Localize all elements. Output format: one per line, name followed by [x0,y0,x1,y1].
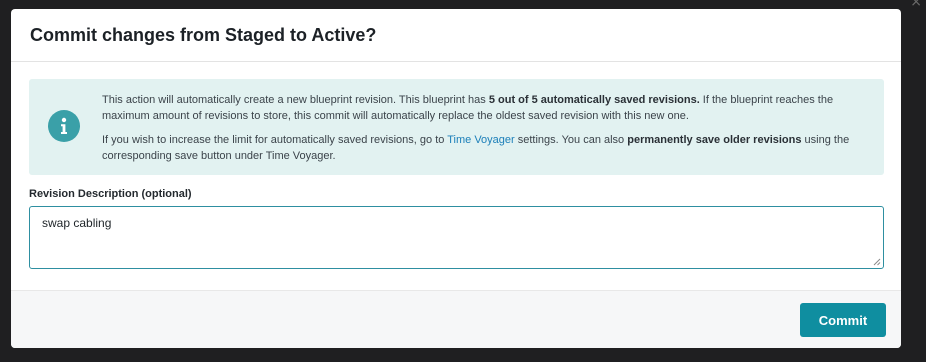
info-text: settings. You can also [514,134,628,146]
revision-limit: 5 automatically saved revisions. [531,94,700,106]
revision-description-label: Revision Description (optional) [29,188,192,200]
dialog-header: Commit changes from Staged to Active? [11,9,901,62]
revision-count: 5 out of [488,94,529,106]
info-text: This action will automatically create a … [102,94,489,106]
revision-description-input[interactable] [29,206,884,269]
info-text: If you wish to increase the limit for au… [102,134,448,146]
resize-grip-icon[interactable] [873,258,881,266]
commit-button[interactable]: Commit [800,303,886,337]
info-icon [48,110,80,142]
info-paragraph-time-voyager: If you wish to increase the limit for au… [102,132,866,164]
info-alert: This action will automatically create a … [29,79,884,175]
permanent-save-text: permanently save older revisions [627,134,802,146]
time-voyager-link[interactable]: Time Voyager [447,134,514,146]
info-paragraph-revisions: This action will automatically create a … [102,92,866,124]
commit-dialog: Commit changes from Staged to Active? Th… [11,9,901,348]
revision-description-wrapper [29,206,884,269]
dialog-body: This action will automatically create a … [11,62,901,269]
dialog-title: Commit changes from Staged to Active? [30,25,377,45]
close-icon[interactable]: × [910,0,922,10]
dialog-footer: Commit [11,290,901,348]
